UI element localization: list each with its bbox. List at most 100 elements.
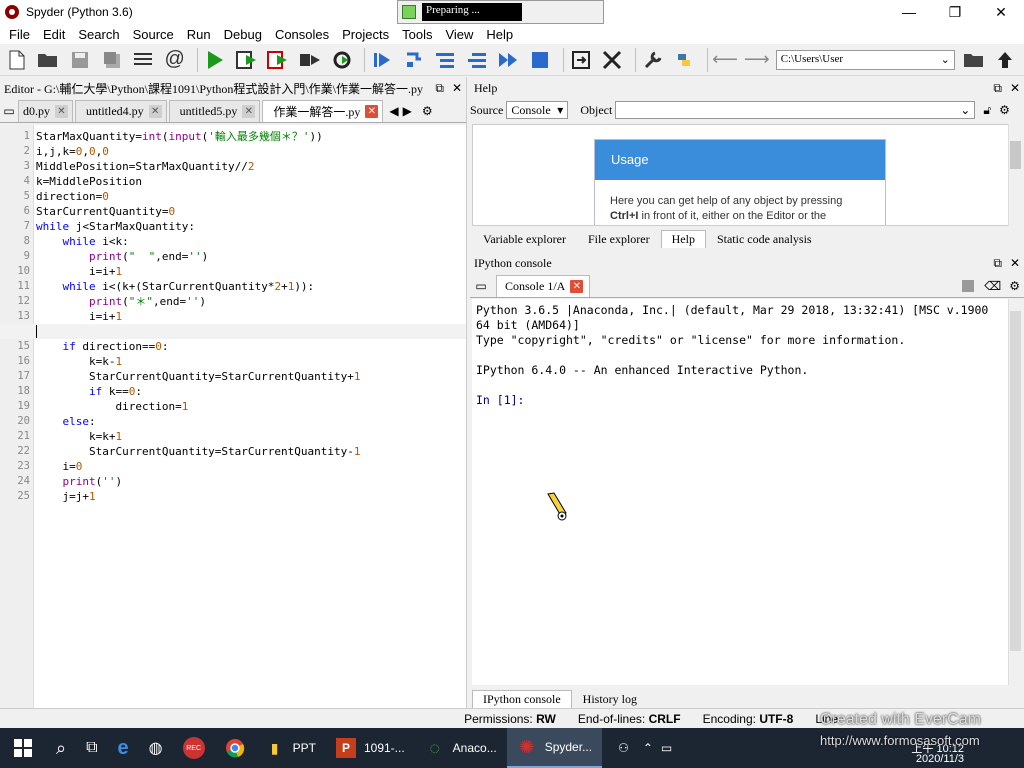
new-file-icon[interactable] (4, 47, 30, 73)
wrench-icon[interactable] (640, 47, 666, 73)
step-return-icon[interactable] (464, 47, 490, 73)
taskbar-item-powerpoint[interactable]: P 1091-... (326, 728, 415, 768)
save-icon[interactable] (67, 47, 93, 73)
fullscreen-icon[interactable] (599, 47, 625, 73)
close-button[interactable]: ✕ (978, 0, 1024, 24)
undock-icon[interactable]: ⧉ (993, 81, 1002, 96)
people-icon[interactable]: ⚇ (608, 728, 639, 768)
search-icon[interactable]: ⌕ (46, 728, 76, 768)
taskbar-label: Anaco... (452, 741, 497, 755)
browse-folder-icon[interactable] (961, 47, 987, 73)
app-icon[interactable]: ◍ (139, 728, 173, 768)
taskbar-item-spyder[interactable]: ✺ Spyder... (506, 728, 603, 768)
tab-static-code-analysis[interactable]: Static code analysis (706, 230, 823, 248)
close-pane-icon[interactable]: ✕ (1010, 256, 1020, 271)
close-tab-icon[interactable]: ✕ (148, 105, 162, 118)
close-tab-icon[interactable]: ✕ (242, 105, 256, 118)
back-arrow-icon[interactable]: ⟵ (712, 47, 738, 73)
gear-icon[interactable]: ⚙ (422, 104, 433, 118)
step-into-icon[interactable] (432, 47, 458, 73)
tab-help[interactable]: Help (660, 230, 706, 248)
menu-tools[interactable]: Tools (397, 27, 440, 42)
tab-ipython-console[interactable]: IPython console (472, 690, 572, 708)
open-file-icon[interactable] (36, 47, 62, 73)
stop-kernel-icon[interactable] (962, 279, 975, 292)
undock-icon[interactable]: ⧉ (993, 256, 1002, 271)
close-tab-icon[interactable]: ✕ (365, 105, 379, 118)
help-header-title: Help (474, 80, 498, 95)
debug-icon[interactable] (369, 47, 395, 73)
run-cell-icon[interactable] (234, 47, 260, 73)
menu-debug[interactable]: Debug (219, 27, 270, 42)
parent-dir-arrow-icon[interactable] (992, 47, 1018, 73)
minimize-button[interactable]: — (886, 0, 932, 24)
tab-console-1a[interactable]: Console 1/A ✕ (496, 274, 591, 297)
file-list-icon[interactable] (130, 47, 156, 73)
taskbar-item-anaconda[interactable]: ◌ Anaco... (415, 728, 507, 768)
menu-projects[interactable]: Projects (337, 27, 397, 42)
tab-scroll-left-icon[interactable]: ◀ (389, 104, 398, 118)
browse-tabs-icon[interactable]: ▭ (470, 275, 492, 297)
recorder-icon[interactable]: REC (173, 728, 215, 768)
preparing-dialog: Preparing ... (397, 0, 604, 24)
code-line: StarMaxQuantity=int(input('輸入最多幾個＊？')) (36, 130, 323, 143)
preparing-label: Preparing ... (422, 3, 522, 21)
tab-assignment1[interactable]: 作業一解答一.py ✕ (262, 100, 384, 122)
tab-untitled4[interactable]: untitled4.py ✕ (75, 100, 167, 122)
step-icon[interactable] (401, 47, 427, 73)
object-combo[interactable]: ⌄ (615, 101, 976, 119)
menu-source[interactable]: Source (128, 27, 182, 42)
maximize-pane-icon[interactable] (568, 47, 594, 73)
network-icon[interactable]: ▭ (657, 728, 676, 768)
menu-help[interactable]: Help (481, 27, 521, 42)
menu-search[interactable]: Search (73, 27, 127, 42)
close-tab-icon[interactable]: ✕ (570, 279, 584, 293)
taskbar-item-ppt[interactable]: ▮ PPT (255, 728, 326, 768)
maximize-button[interactable]: ❐ (932, 0, 978, 24)
close-tab-icon[interactable]: ✕ (55, 105, 68, 118)
browse-tabs-icon[interactable]: ▭ (0, 100, 18, 122)
edge-icon[interactable]: e (108, 728, 139, 768)
forward-arrow-icon[interactable]: ⟶ (744, 47, 770, 73)
menu-view[interactable]: View (440, 27, 481, 42)
lock-icon[interactable]: 🔓︎ (983, 103, 991, 118)
tab-scroll-right-icon[interactable]: ▶ (403, 104, 412, 118)
gear-icon[interactable]: ⚙ (999, 103, 1010, 118)
run-icon[interactable] (202, 47, 228, 73)
at-symbol-icon[interactable]: @ (162, 47, 188, 73)
run-selection-icon[interactable] (297, 47, 323, 73)
code-editor[interactable]: 1234567891011121314151617181920212223242… (0, 125, 466, 708)
console-scrollbar[interactable] (1008, 299, 1022, 685)
menu-consoles[interactable]: Consoles (270, 27, 337, 42)
close-pane-icon[interactable]: ✕ (1010, 81, 1020, 96)
undock-icon[interactable]: ⧉ (435, 81, 444, 96)
close-pane-icon[interactable]: ✕ (452, 81, 462, 96)
tab-d0[interactable]: d0.py ✕ (18, 100, 73, 122)
tab-variable-explorer[interactable]: Variable explorer (472, 230, 577, 248)
rerun-icon[interactable] (329, 47, 355, 73)
task-view-icon[interactable]: ⧉ (76, 728, 107, 768)
python-path-icon[interactable] (672, 47, 698, 73)
menu-edit[interactable]: Edit (38, 27, 73, 42)
clear-console-icon[interactable]: ⌫ (984, 279, 1001, 293)
run-cell-advance-icon[interactable] (266, 47, 292, 73)
tab-history-log[interactable]: History log (572, 690, 648, 708)
gear-icon[interactable]: ⚙ (1009, 279, 1020, 293)
code-line (0, 324, 466, 339)
usage-shortcut: Ctrl+I (610, 210, 639, 222)
source-combo[interactable]: Console ▾ (506, 101, 569, 119)
continue-icon[interactable] (496, 47, 522, 73)
menu-file[interactable]: File (4, 27, 38, 42)
permissions-value: RW (536, 711, 556, 726)
menu-run[interactable]: Run (182, 27, 219, 42)
tray-chevron-up-icon[interactable]: ⌃ (639, 728, 657, 768)
tab-file-explorer[interactable]: File explorer (577, 230, 661, 248)
tab-untitled5[interactable]: untitled5.py ✕ (168, 100, 261, 122)
help-scrollbar[interactable] (1008, 124, 1022, 226)
start-button[interactable] (0, 728, 46, 768)
stop-debug-icon[interactable] (527, 47, 553, 73)
code-line: else: (62, 415, 96, 428)
working-directory-combo[interactable]: C:\Users\User ⌄ (775, 49, 955, 70)
save-all-icon[interactable] (99, 47, 125, 73)
chrome-icon[interactable] (215, 728, 255, 768)
